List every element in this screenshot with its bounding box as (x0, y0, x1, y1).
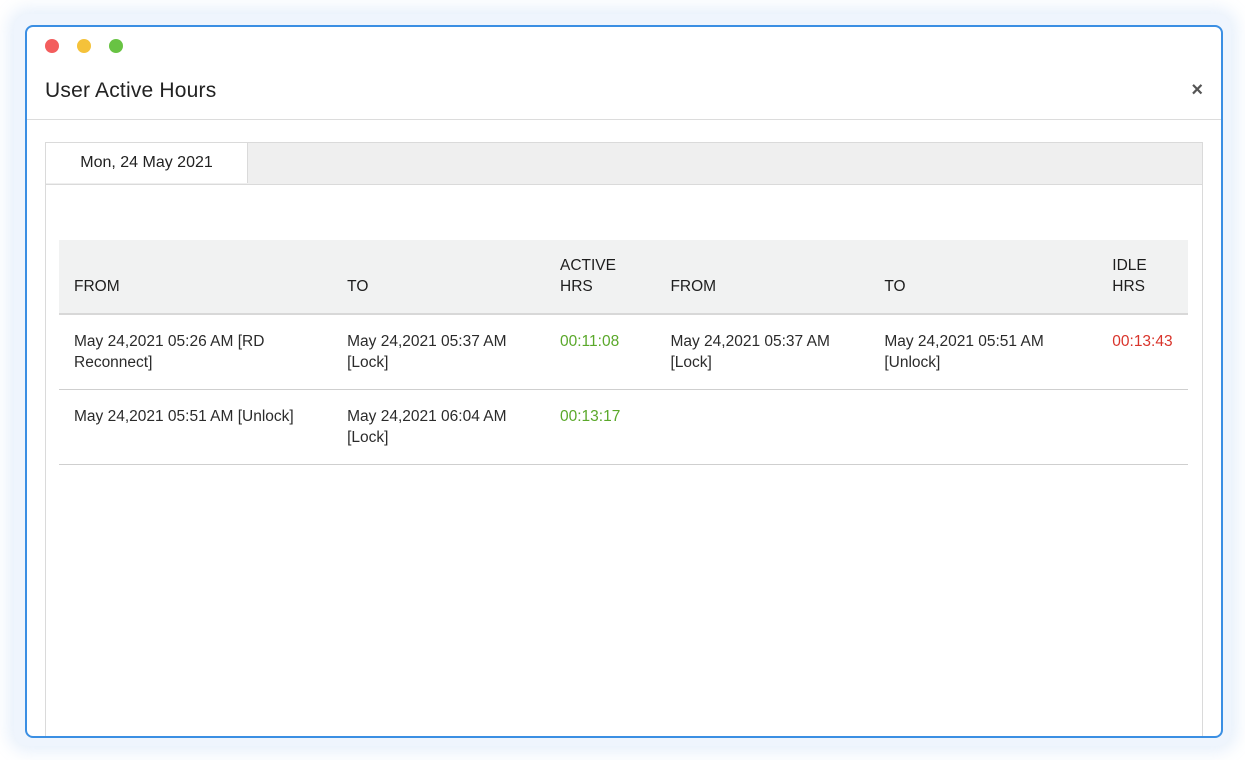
close-window-dot[interactable] (45, 39, 59, 53)
cell-active-to: May 24,2021 06:04 AM [Lock] (332, 389, 545, 465)
tab-panel: Mon, 24 May 2021 FROM TO ACTIVE HRS FROM … (45, 142, 1203, 736)
header-active-hrs: ACTIVE HRS (545, 240, 656, 315)
modal-window: User Active Hours × Mon, 24 May 2021 FRO… (25, 25, 1223, 738)
cell-idle-to (869, 389, 1098, 465)
header-idle-to: TO (869, 240, 1098, 315)
header-active-from: FROM (59, 240, 333, 315)
cell-idle-to: May 24,2021 05:51 AM [Unlock] (869, 314, 1098, 390)
header-active-hrs-line1: ACTIVE (560, 257, 616, 274)
header-idle-hrs: IDLE HRS (1097, 240, 1188, 315)
header-divider (27, 119, 1221, 120)
cell-active-hrs: 00:11:08 (545, 314, 656, 390)
header-active-hrs-line2: HRS (560, 278, 593, 295)
minimize-window-dot[interactable] (77, 39, 91, 53)
cell-idle-from (655, 389, 870, 465)
cell-idle-hrs: 00:13:43 (1097, 314, 1188, 390)
close-icon[interactable]: × (1191, 80, 1203, 100)
cell-active-from: May 24,2021 05:26 AM [RD Reconnect] (59, 314, 333, 390)
modal-title: User Active Hours (45, 79, 217, 102)
cell-active-from: May 24,2021 05:51 AM [Unlock] (59, 389, 333, 465)
cell-idle-hrs (1097, 389, 1188, 465)
active-hours-table: FROM TO ACTIVE HRS FROM TO IDLE HRS May 24… (59, 240, 1188, 465)
maximize-window-dot[interactable] (109, 39, 123, 53)
cell-active-to: May 24,2021 05:37 AM [Lock] (332, 314, 545, 390)
table-row: May 24,2021 05:26 AM [RD Reconnect] May … (59, 314, 1188, 390)
table-header-row: FROM TO ACTIVE HRS FROM TO IDLE HRS (59, 240, 1188, 315)
cell-idle-from: May 24,2021 05:37 AM [Lock] (655, 314, 870, 390)
header-idle-hrs-line1: IDLE (1112, 257, 1147, 274)
header-active-to: TO (332, 240, 545, 315)
table-row: May 24,2021 05:51 AM [Unlock] May 24,202… (59, 389, 1188, 465)
tab-date[interactable]: Mon, 24 May 2021 (46, 143, 248, 183)
tab-bar: Mon, 24 May 2021 (46, 143, 1202, 185)
header-idle-hrs-line2: HRS (1112, 278, 1145, 295)
header-idle-from: FROM (655, 240, 870, 315)
cell-active-hrs: 00:13:17 (545, 389, 656, 465)
